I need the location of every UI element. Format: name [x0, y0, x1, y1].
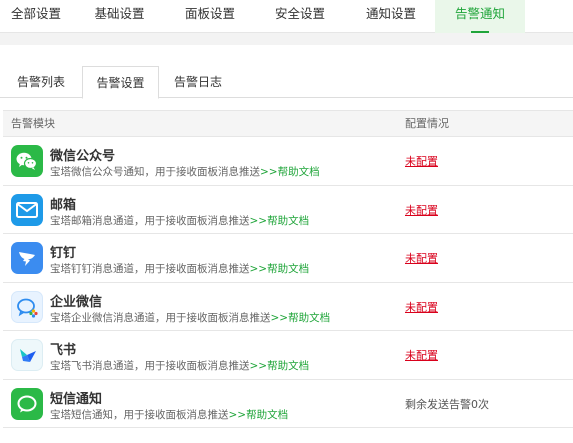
table-row: 短信通知 宝塔短信通知，用于接收面板消息推送>>帮助文档 剩余发送告警0次: [3, 380, 573, 428]
feishu-icon: [11, 339, 43, 371]
help-doc-link[interactable]: 帮助文档: [267, 215, 309, 227]
sms-icon: [11, 387, 43, 420]
dingtalk-icon: [11, 242, 43, 274]
sms-remaining-count: 剩余发送告警0次: [405, 397, 489, 411]
tab-label: 告警通知: [454, 6, 505, 21]
module-name: 企业微信: [50, 294, 103, 310]
alert-sub-tabs: 告警列表 告警设置 告警日志: [0, 66, 573, 99]
table-row: 飞书 宝塔飞书消息通道，用于接收面板消息推送>>帮助文档 未配置: [3, 331, 573, 380]
tab-label: 面板设置: [184, 6, 235, 21]
help-arrow: >>: [249, 214, 268, 227]
module-description: 宝塔企业微信消息通道，用于接收面板消息推送>>帮助文档: [50, 310, 330, 325]
configure-status-link[interactable]: 未配置: [405, 250, 438, 266]
help-arrow: >>: [228, 408, 247, 421]
configure-status-link[interactable]: 未配置: [405, 347, 438, 363]
configure-status-link[interactable]: 未配置: [405, 202, 438, 218]
tab-basic-settings[interactable]: 基础设置: [72, 0, 167, 33]
tab-label: 安全设置: [274, 6, 325, 21]
tab-notification-settings[interactable]: 通知设置: [347, 0, 435, 33]
module-name: 短信通知: [50, 391, 103, 407]
help-doc-link[interactable]: 帮助文档: [246, 409, 288, 421]
module-description: 宝塔邮箱消息通道，用于接收面板消息推送>>帮助文档: [50, 213, 309, 228]
help-doc-link[interactable]: 帮助文档: [278, 166, 320, 178]
help-doc-link[interactable]: 帮助文档: [267, 360, 309, 372]
alert-module-table: 告警模块 配置情况 微信公众号 宝塔微信公众号通知，用于接收面板消息推送>>帮助…: [3, 110, 573, 428]
table-header: 告警模块 配置情况: [3, 110, 573, 137]
tab-alert-notification[interactable]: 告警通知: [435, 0, 525, 33]
module-description: 宝塔微信公众号通知，用于接收面板消息推送>>帮助文档: [50, 164, 320, 179]
configure-status-link[interactable]: 未配置: [405, 299, 438, 315]
help-arrow: >>: [249, 263, 268, 275]
tab-label: 告警设置: [96, 76, 145, 90]
description-text: 宝塔钉钉消息通道，用于接收面板消息推送: [50, 263, 250, 275]
table-row: 邮箱 宝塔邮箱消息通道，用于接收面板消息推送>>帮助文档 未配置: [3, 186, 573, 234]
tab-label: 告警日志: [173, 75, 222, 89]
email-icon: [11, 193, 43, 226]
module-name: 微信公众号: [50, 149, 116, 164]
description-text: 宝塔微信公众号通知，用于接收面板消息推送: [50, 166, 260, 178]
module-name: 飞书: [50, 343, 77, 358]
settings-top-tabs: 全部设置 基础设置 面板设置 安全设置 通知设置 告警通知: [0, 0, 573, 33]
tab-label: 全部设置: [10, 6, 61, 21]
column-header-module: 告警模块: [11, 117, 55, 130]
table-row: 微信公众号 宝塔微信公众号通知，用于接收面板消息推送>>帮助文档 未配置: [3, 137, 573, 186]
description-text: 宝塔企业微信消息通道，用于接收面板消息推送: [50, 311, 271, 324]
table-row: 企业微信 宝塔企业微信消息通道，用于接收面板消息推送>>帮助文档 未配置: [3, 283, 573, 331]
description-text: 宝塔邮箱消息通道，用于接收面板消息推送: [50, 214, 250, 227]
description-text: 宝塔短信通知，用于接收面板消息推送: [50, 408, 229, 421]
tab-label: 告警列表: [16, 75, 65, 89]
table-row: 钉钉 宝塔钉钉消息通道，用于接收面板消息推送>>帮助文档 未配置: [3, 234, 573, 283]
module-description: 宝塔钉钉消息通道，用于接收面板消息推送>>帮助文档: [50, 261, 309, 276]
tab-label: 基础设置: [94, 6, 145, 21]
tab-security-settings[interactable]: 安全设置: [253, 0, 347, 33]
column-header-status: 配置情况: [405, 117, 449, 130]
help-doc-link[interactable]: 帮助文档: [267, 263, 309, 275]
wechat-official-icon: [11, 145, 43, 177]
tab-all-settings[interactable]: 全部设置: [0, 0, 72, 33]
module-description: 宝塔短信通知，用于接收面板消息推送>>帮助文档: [50, 407, 288, 422]
tab-label: 通知设置: [365, 6, 416, 21]
help-arrow: >>: [270, 311, 289, 324]
help-doc-link[interactable]: 帮助文档: [288, 312, 330, 324]
description-text: 宝塔飞书消息通道，用于接收面板消息推送: [50, 360, 250, 372]
module-description: 宝塔飞书消息通道，用于接收面板消息推送>>帮助文档: [50, 358, 309, 373]
help-arrow: >>: [260, 166, 278, 178]
module-name: 邮箱: [50, 197, 77, 213]
help-arrow: >>: [249, 360, 268, 372]
section-gap: [0, 33, 573, 45]
tab-alert-log[interactable]: 告警日志: [159, 66, 237, 98]
wecom-icon: [11, 290, 43, 323]
tab-panel-settings[interactable]: 面板设置: [167, 0, 253, 33]
module-name: 钉钉: [50, 246, 77, 261]
tab-alert-settings[interactable]: 告警设置: [82, 66, 159, 99]
configure-status-link[interactable]: 未配置: [405, 153, 438, 169]
tab-alert-list[interactable]: 告警列表: [0, 66, 82, 98]
